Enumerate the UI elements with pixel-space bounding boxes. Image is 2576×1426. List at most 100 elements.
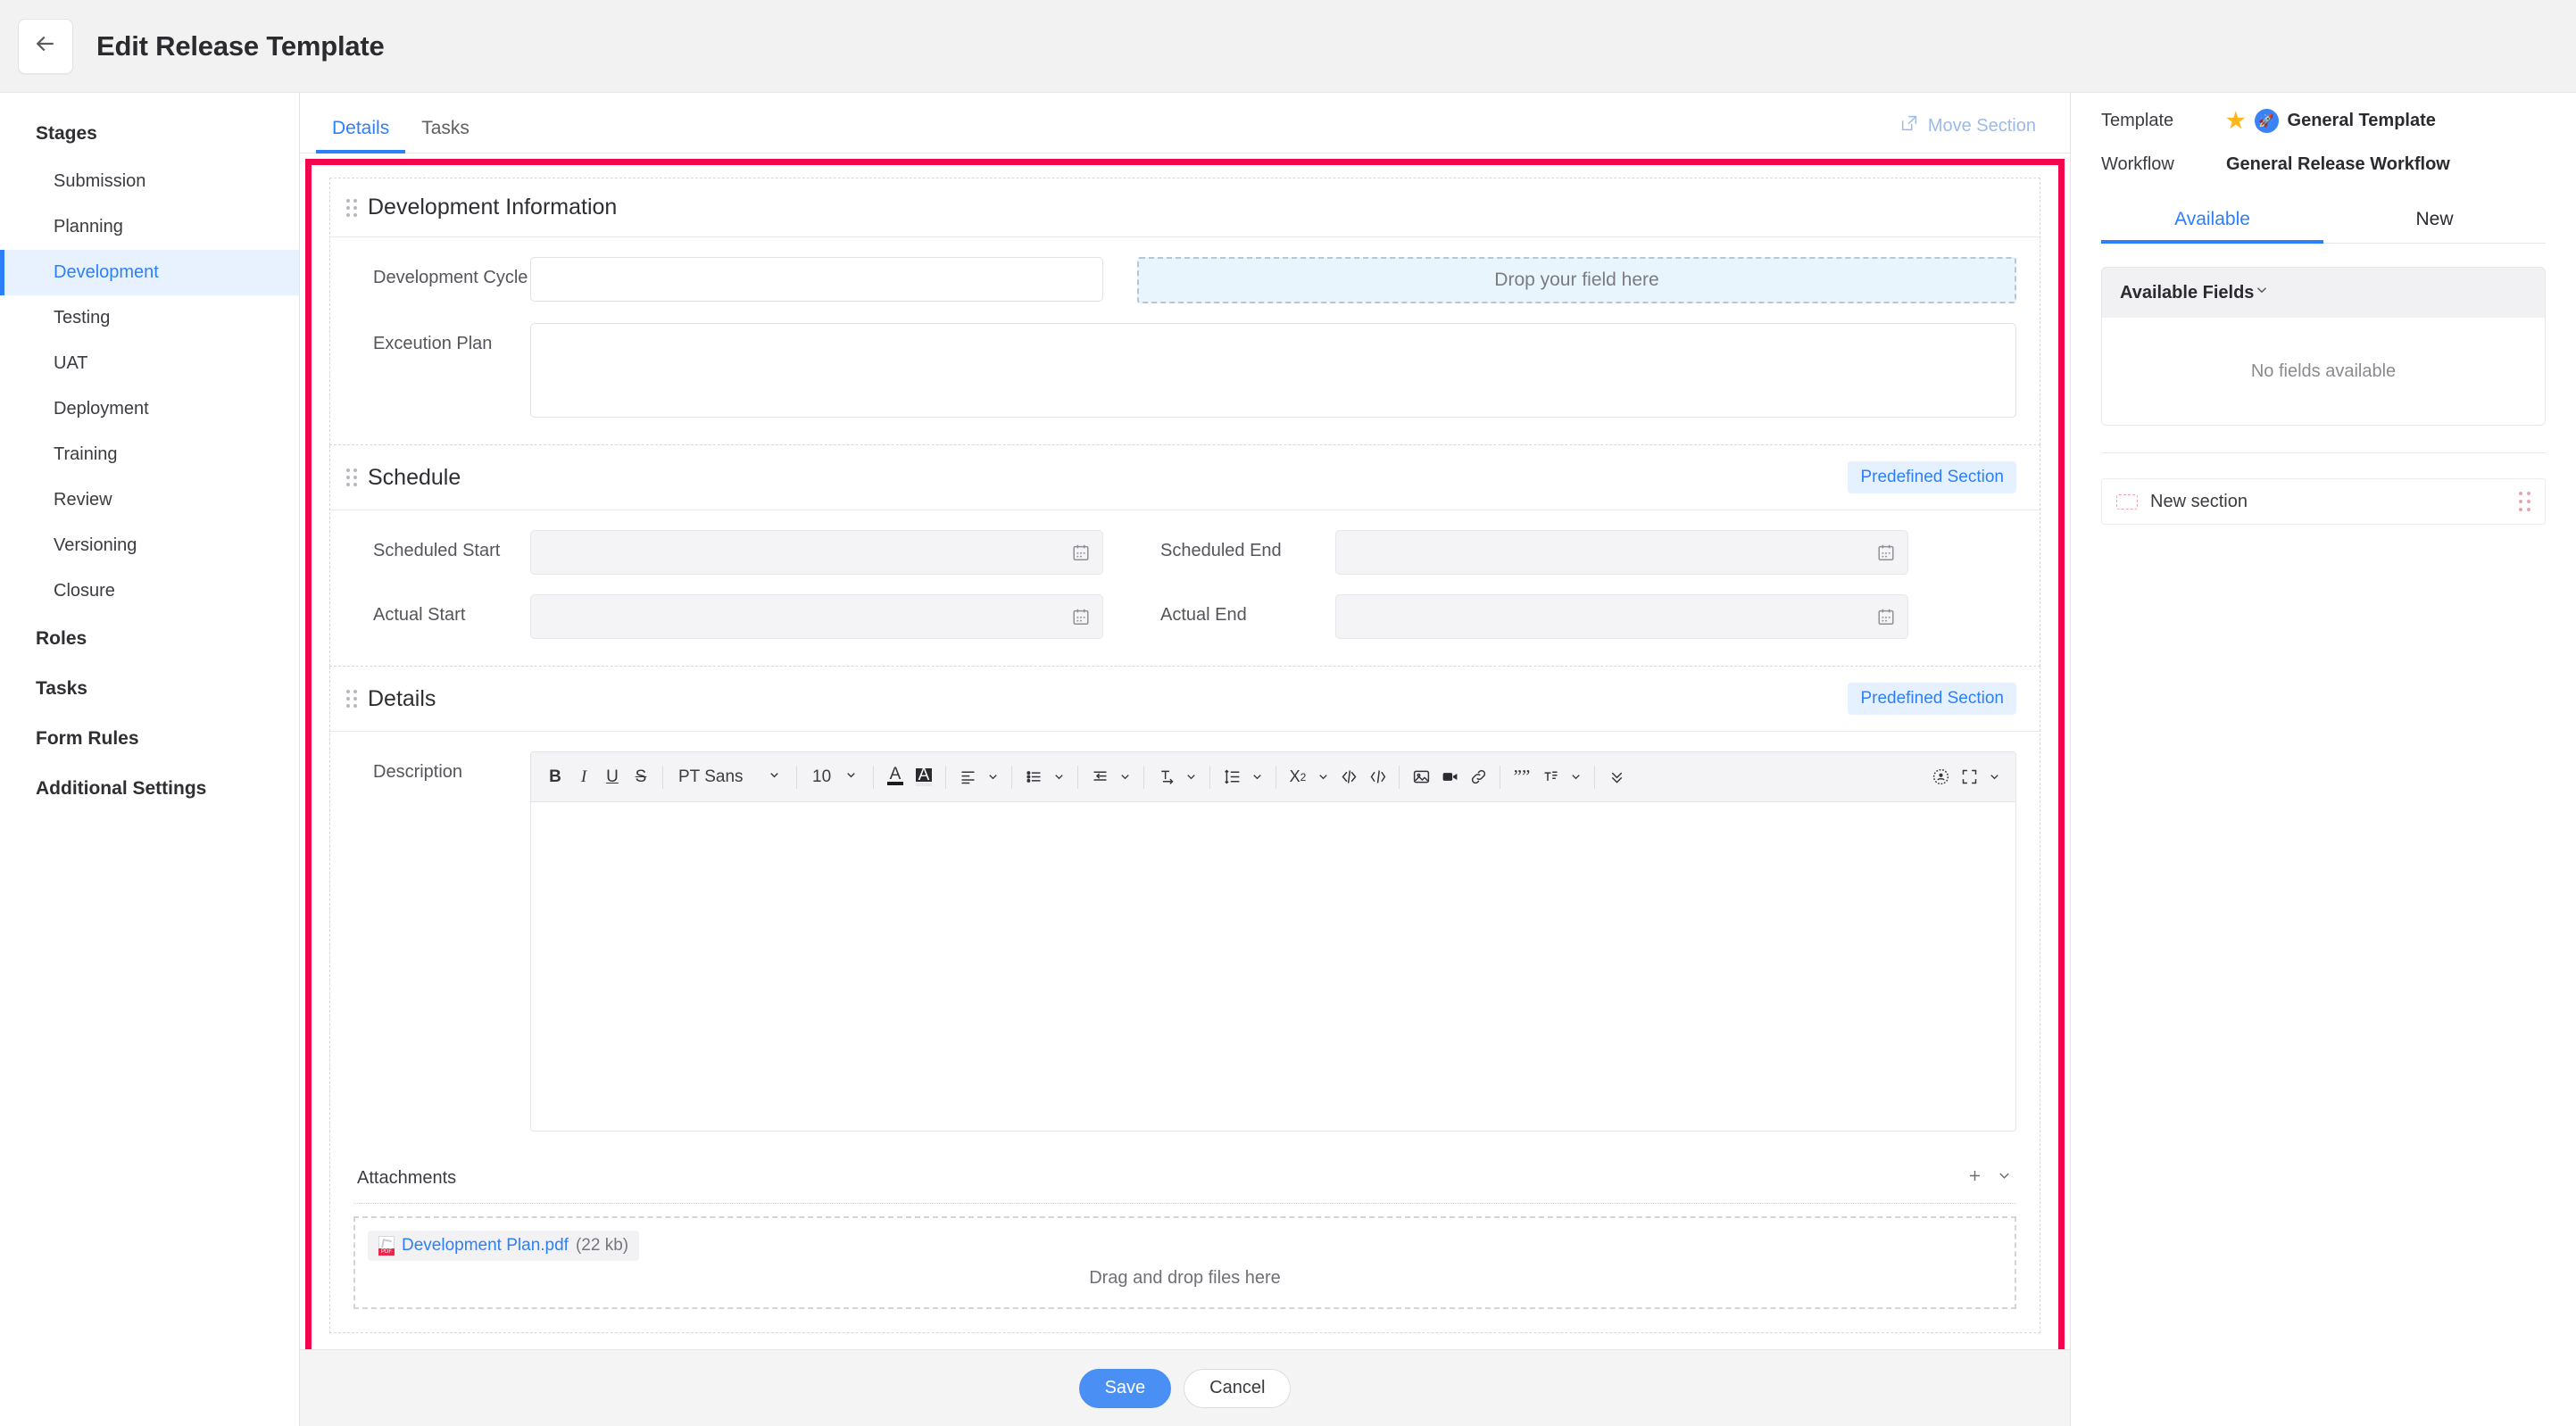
sidebar-item-closure[interactable]: Closure	[0, 568, 299, 614]
sidebar-group-stages[interactable]: Stages	[0, 109, 299, 159]
toolbar-divider	[1011, 766, 1012, 789]
section-details: Details Predefined Section Description B	[329, 667, 2040, 1333]
actual-end-field[interactable]	[1335, 594, 1908, 639]
signature-icon[interactable]	[1927, 761, 1954, 793]
actual-start-field[interactable]	[530, 594, 1103, 639]
text-direction-icon[interactable]	[1152, 761, 1179, 793]
indent-chevron-down-icon[interactable]	[1115, 761, 1135, 793]
calendar-icon[interactable]	[1876, 543, 1896, 562]
strikethrough-icon[interactable]: S	[627, 761, 654, 793]
sidebar-group-form-rules[interactable]: Form Rules	[0, 714, 299, 764]
chevron-down-icon	[768, 767, 781, 787]
right-panel-divider	[2101, 452, 2546, 453]
new-section-item[interactable]: New section	[2101, 478, 2546, 525]
section-header: Schedule Predefined Section	[330, 445, 2040, 510]
calendar-icon[interactable]	[1876, 607, 1896, 626]
link-icon[interactable]	[1465, 761, 1492, 793]
field-row-exceution-plan: Exceution Plan	[353, 323, 2016, 418]
actual-end-input[interactable]	[1335, 594, 1908, 639]
indent-icon[interactable]	[1086, 761, 1113, 793]
attachments-actions	[1966, 1167, 2013, 1189]
sidebar-item-submission[interactable]: Submission	[0, 159, 299, 204]
chevron-down-icon[interactable]	[2254, 282, 2270, 303]
development-cycle-input[interactable]	[530, 257, 1103, 302]
scheduled-end-input[interactable]	[1335, 530, 1908, 575]
align-chevron-down-icon[interactable]	[983, 761, 1003, 793]
clear-format-chevron-down-icon[interactable]	[1566, 761, 1586, 793]
align-left-icon[interactable]	[954, 761, 981, 793]
line-height-icon[interactable]	[1218, 761, 1245, 793]
drag-handle-icon[interactable]	[2519, 492, 2530, 511]
bullet-list-icon[interactable]	[1020, 761, 1047, 793]
sidebar-item-planning[interactable]: Planning	[0, 204, 299, 250]
direction-chevron-down-icon[interactable]	[1181, 761, 1201, 793]
cancel-button[interactable]: Cancel	[1184, 1369, 1291, 1408]
scheduled-start-field[interactable]	[530, 530, 1103, 575]
font-color-icon[interactable]: A	[882, 761, 909, 793]
section-body: Development Cycle Drop your field here E…	[330, 237, 2040, 444]
line-height-chevron-down-icon[interactable]	[1247, 761, 1267, 793]
attachments-dropzone[interactable]: Development Plan.pdf (22 kb) Drag and dr…	[353, 1216, 2016, 1309]
editor-content-area[interactable]	[531, 802, 2015, 1131]
sidebar-item-deployment[interactable]: Deployment	[0, 386, 299, 432]
sidebar-item-training[interactable]: Training	[0, 432, 299, 477]
tab-tasks[interactable]: Tasks	[405, 118, 486, 153]
field-row-description: Description B I U S	[353, 751, 2016, 1132]
sidebar-item-versioning[interactable]: Versioning	[0, 523, 299, 568]
chevron-down-icon[interactable]	[1996, 1167, 2013, 1189]
fullscreen-icon[interactable]	[1956, 761, 1982, 793]
actual-end-label: Actual End	[1103, 594, 1335, 626]
code-block-icon[interactable]	[1364, 761, 1391, 793]
sidebar-group-tasks[interactable]: Tasks	[0, 664, 299, 714]
editor-toolbar: B I U S PT Sans	[531, 752, 2015, 802]
superscript-chevron-down-icon[interactable]	[1313, 761, 1334, 793]
clear-format-icon[interactable]	[1537, 761, 1564, 793]
highlight-color-icon[interactable]: A	[910, 761, 937, 793]
star-icon[interactable]: ★	[2226, 111, 2246, 132]
font-size-select[interactable]: 10	[805, 761, 865, 793]
rich-text-editor[interactable]: B I U S PT Sans	[530, 751, 2016, 1132]
tab-available[interactable]: Available	[2101, 200, 2323, 243]
field-dropzone[interactable]: Drop your field here	[1137, 257, 2016, 303]
scheduled-end-field[interactable]	[1335, 530, 1908, 575]
chevron-down-icon[interactable]	[1984, 761, 2005, 793]
double-chevron-down-icon[interactable]	[1603, 761, 1630, 793]
attachment-item[interactable]: Development Plan.pdf (22 kb)	[368, 1231, 639, 1261]
drag-handle-icon[interactable]	[346, 199, 357, 217]
video-icon[interactable]	[1436, 761, 1463, 793]
scheduled-start-input[interactable]	[530, 530, 1103, 575]
sidebar-item-uat[interactable]: UAT	[0, 341, 299, 386]
plus-icon[interactable]	[1966, 1167, 1983, 1189]
move-section-button[interactable]: Move Section	[1899, 113, 2036, 138]
font-family-select[interactable]: PT Sans	[671, 761, 788, 793]
actual-end-group: Actual End	[1103, 594, 2016, 639]
drag-handle-icon[interactable]	[346, 468, 357, 486]
image-icon[interactable]	[1408, 761, 1434, 793]
section-body: Scheduled Start Scheduled End	[330, 510, 2040, 666]
exceution-plan-input[interactable]	[530, 323, 2016, 418]
attachment-file-name[interactable]: Development Plan.pdf	[402, 1236, 569, 1256]
tab-new[interactable]: New	[2323, 200, 2546, 243]
tab-details[interactable]: Details	[316, 118, 405, 153]
actual-start-input[interactable]	[530, 594, 1103, 639]
save-button[interactable]: Save	[1079, 1369, 1172, 1408]
list-chevron-down-icon[interactable]	[1049, 761, 1069, 793]
toolbar-divider	[1594, 766, 1595, 789]
code-icon[interactable]	[1335, 761, 1362, 793]
quote-icon[interactable]: ””	[1508, 761, 1535, 793]
toolbar-divider	[796, 766, 797, 789]
available-fields-header[interactable]: Available Fields	[2102, 268, 2545, 318]
superscript-icon[interactable]: X2	[1284, 761, 1311, 793]
sidebar-group-additional-settings[interactable]: Additional Settings	[0, 764, 299, 814]
drag-handle-icon[interactable]	[346, 690, 357, 708]
bold-icon[interactable]: B	[542, 761, 569, 793]
sidebar-item-development[interactable]: Development	[0, 250, 299, 295]
sidebar-group-roles[interactable]: Roles	[0, 614, 299, 664]
back-button[interactable]	[18, 19, 73, 74]
calendar-icon[interactable]	[1071, 607, 1091, 626]
underline-icon[interactable]: U	[599, 761, 626, 793]
calendar-icon[interactable]	[1071, 543, 1091, 562]
sidebar-item-testing[interactable]: Testing	[0, 295, 299, 341]
sidebar-item-review[interactable]: Review	[0, 477, 299, 523]
italic-icon[interactable]: I	[570, 761, 597, 793]
